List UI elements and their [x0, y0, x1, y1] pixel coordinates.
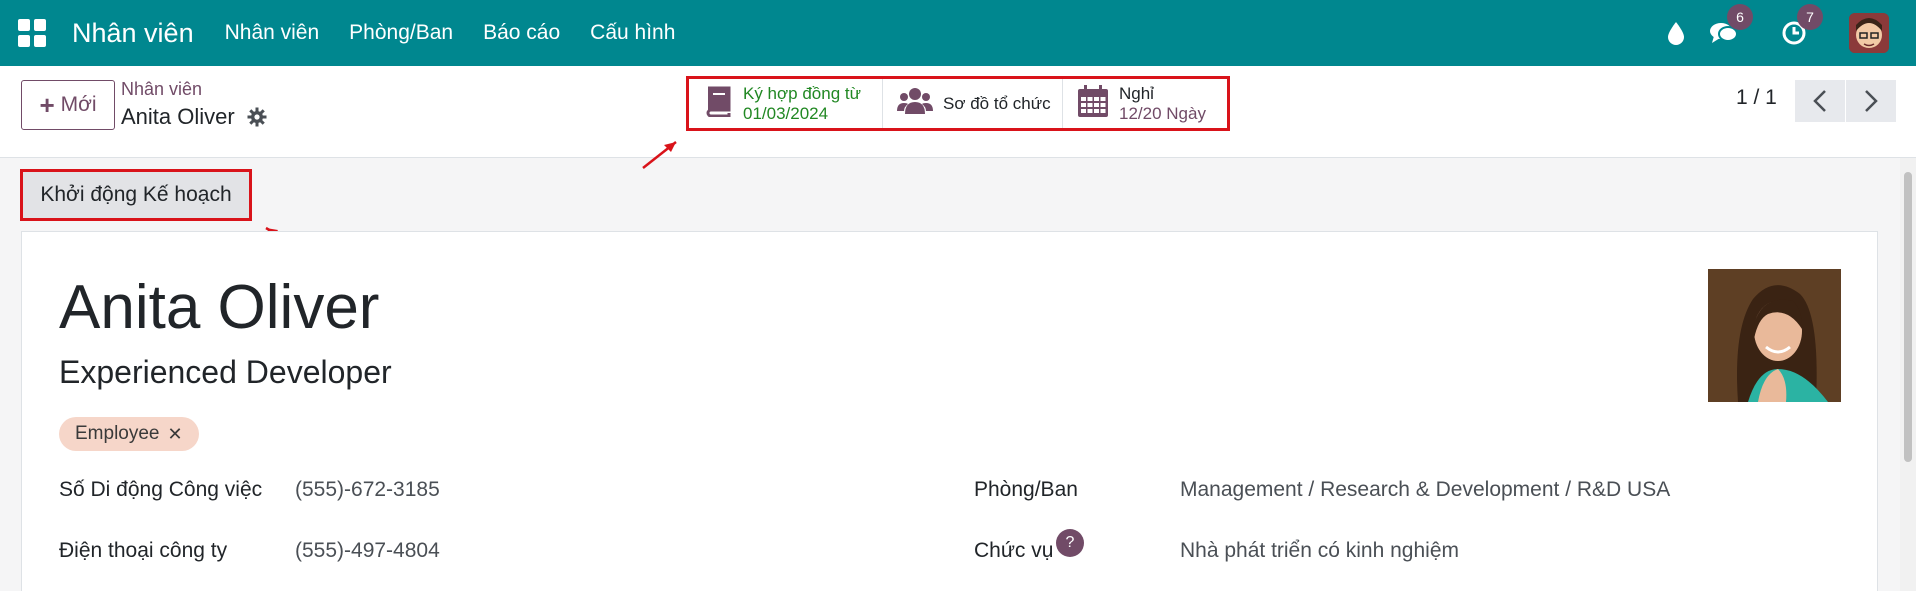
employee-tag: Employee ✕: [59, 417, 199, 451]
new-button-label: Mới: [60, 93, 97, 116]
new-button[interactable]: + Mới: [21, 80, 115, 130]
contract-text: Ký hợp đồng từ 01/03/2024: [743, 84, 861, 124]
work-phone-label: Điện thoại công ty: [59, 539, 228, 562]
remove-tag-icon[interactable]: ✕: [168, 424, 183, 445]
annotation-arrow-smart-buttons: [642, 141, 677, 169]
scrollbar-thumb[interactable]: [1904, 172, 1912, 462]
menu-reporting[interactable]: Báo cáo: [483, 21, 560, 45]
org-chart-label: Sơ đồ tổ chức: [943, 93, 1051, 113]
pager-previous-button[interactable]: [1795, 80, 1845, 122]
droplet-icon[interactable]: [1661, 18, 1691, 48]
contract-smart-button[interactable]: Ký hợp đồng từ 01/03/2024: [689, 79, 883, 128]
time-off-smart-button[interactable]: Nghỉ 12/20 Ngày: [1063, 79, 1227, 128]
pager-next-button[interactable]: [1846, 80, 1896, 122]
menu-employees[interactable]: Nhân viên: [225, 21, 320, 45]
work-phone-field[interactable]: (555)-497-4804: [295, 539, 440, 563]
book-icon: [703, 85, 733, 122]
job-position-field[interactable]: Nhà phát triển có kinh nghiệm: [1180, 539, 1459, 563]
department-field[interactable]: Management / Research & Development / R&…: [1180, 478, 1670, 502]
breadcrumb-parent[interactable]: Nhân viên: [121, 79, 202, 100]
systray: 6 7: [1661, 0, 1916, 66]
time-off-line-1: Nghỉ: [1119, 83, 1154, 103]
employee-photo[interactable]: [1708, 269, 1841, 402]
chevron-left-icon: [1813, 90, 1826, 112]
page-scrollbar[interactable]: [1900, 158, 1916, 591]
employee-form-sheet: Anita Oliver Experienced Developer Emplo…: [21, 231, 1878, 591]
time-off-text: Nghỉ 12/20 Ngày: [1119, 84, 1206, 124]
gear-icon[interactable]: [247, 107, 267, 127]
apps-menu-icon[interactable]: [17, 18, 47, 48]
department-label: Phòng/Ban: [974, 478, 1078, 501]
menu-configuration[interactable]: Cấu hình: [590, 21, 675, 45]
pager-value[interactable]: 1 / 1: [1736, 86, 1777, 110]
employee-name[interactable]: Anita Oliver: [59, 272, 379, 343]
activity-badge: 7: [1797, 4, 1823, 30]
org-chart-smart-button[interactable]: Sơ đồ tổ chức: [883, 79, 1063, 128]
control-panel: + Mới Nhân viên Anita Oliver Ký hợp đồng…: [0, 66, 1916, 158]
time-off-line-2: 12/20 Ngày: [1119, 103, 1206, 123]
messages-icon[interactable]: 6: [1709, 4, 1753, 48]
chevron-right-icon: [1865, 90, 1878, 112]
job-position-label: Chức vụ: [974, 539, 1054, 562]
contract-line-2: 01/03/2024: [743, 103, 829, 123]
employee-job-title[interactable]: Experienced Developer: [59, 354, 392, 391]
breadcrumb-current: Anita Oliver: [121, 104, 267, 130]
help-tooltip-icon[interactable]: ?: [1056, 529, 1084, 557]
launch-plan-button[interactable]: Khởi động Kế hoạch: [20, 169, 252, 221]
work-mobile-label: Số Di động Công việc: [59, 478, 263, 501]
activity-clock-icon[interactable]: 7: [1779, 4, 1823, 48]
breadcrumb-current-label: Anita Oliver: [121, 104, 235, 129]
users-icon: [897, 86, 933, 121]
user-avatar[interactable]: [1849, 13, 1889, 53]
messages-badge: 6: [1727, 4, 1753, 30]
contract-line-1: Ký hợp đồng từ: [743, 83, 861, 103]
app-title[interactable]: Nhân viên: [72, 18, 194, 49]
plus-icon: +: [39, 89, 55, 120]
menu-departments[interactable]: Phòng/Ban: [349, 21, 453, 45]
calendar-icon: [1077, 84, 1109, 123]
work-mobile-field[interactable]: (555)-672-3185: [295, 478, 440, 502]
top-navbar: Nhân viên Nhân viên Phòng/Ban Báo cáo Cấ…: [0, 0, 1916, 66]
smart-buttons-highlight: Ký hợp đồng từ 01/03/2024 Sơ đồ tổ chức: [686, 76, 1230, 131]
employee-tag-label: Employee: [75, 423, 160, 444]
